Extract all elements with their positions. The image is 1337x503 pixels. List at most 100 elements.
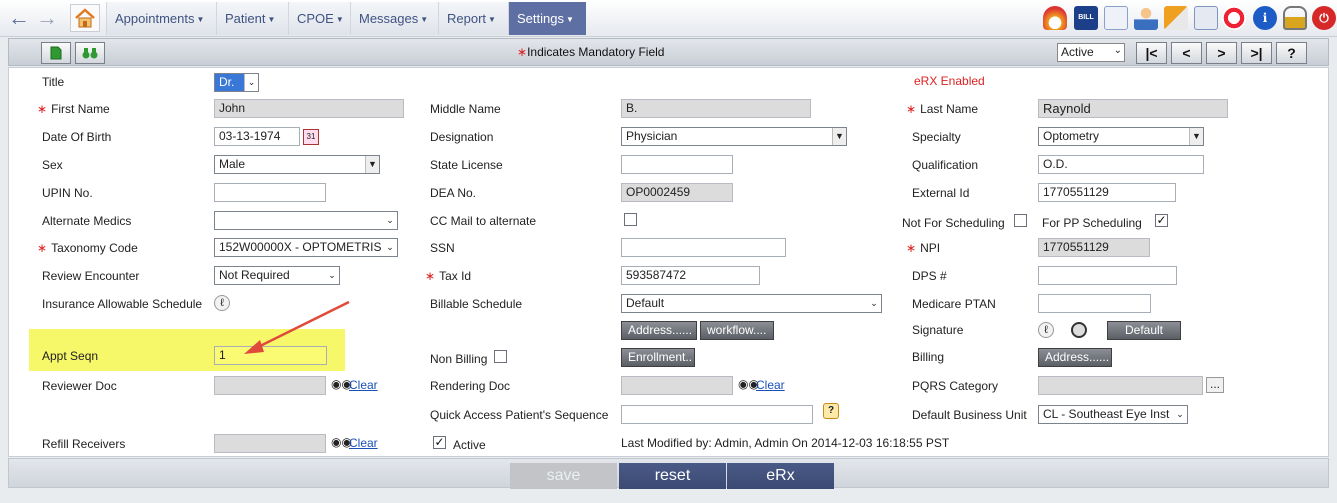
tax-id-field[interactable]: 593587472	[621, 266, 760, 285]
prev-record-button[interactable]: <	[1171, 42, 1202, 64]
chevron-down-icon: ▼	[365, 156, 379, 173]
back-arrow-icon[interactable]: ←	[8, 7, 30, 29]
calendar-clock-icon[interactable]	[1104, 6, 1128, 30]
bill-icon[interactable]: BILL	[1074, 6, 1098, 30]
help-question-icon[interactable]: ?	[823, 403, 839, 419]
paperclip-icon[interactable]: ℓ	[1038, 322, 1054, 338]
pqrs-browse-button[interactable]: ...	[1206, 377, 1224, 393]
first-name-label: ∗ First Name	[37, 102, 110, 116]
first-record-button[interactable]: |<	[1136, 42, 1167, 64]
state-license-field[interactable]	[621, 155, 733, 174]
dea-label: DEA No.	[430, 186, 477, 200]
not-for-scheduling-checkbox[interactable]	[1014, 214, 1027, 227]
menu-appointments[interactable]: Appointments ▼	[106, 2, 216, 35]
review-encounter-select[interactable]: Not Required ⌄	[214, 266, 340, 285]
menu-appointments-label: Appointments	[115, 11, 195, 26]
power-icon[interactable]: ⏻	[1312, 6, 1336, 30]
next-record-button[interactable]: >	[1206, 42, 1237, 64]
save-button[interactable]: save	[510, 463, 617, 489]
calendar-icon[interactable]: 31	[303, 129, 319, 145]
last-name-field[interactable]: Raynold	[1038, 99, 1228, 118]
new-button[interactable]	[41, 42, 71, 64]
for-pp-scheduling-checkbox[interactable]: ✓	[1155, 214, 1168, 227]
npi-field[interactable]: 1770551129	[1038, 238, 1150, 257]
tax-id-label: ∗ Tax Id	[425, 269, 471, 283]
middle-name-field[interactable]: B.	[621, 99, 811, 118]
dob-label: Date Of Birth	[42, 130, 112, 144]
user-icon[interactable]	[1134, 6, 1158, 30]
medicare-ptan-field[interactable]	[1038, 294, 1151, 313]
middle-name-label: Middle Name	[430, 102, 501, 116]
non-billing-checkbox[interactable]	[494, 350, 507, 363]
dps-field[interactable]	[1038, 266, 1177, 285]
document-icon[interactable]	[1194, 6, 1218, 30]
required-star: ∗	[425, 269, 436, 283]
dob-field[interactable]: 03-13-1974	[214, 127, 300, 146]
external-id-field[interactable]: 1770551129	[1038, 183, 1176, 202]
chevron-down-icon: ⌄	[1173, 406, 1187, 423]
help-button[interactable]: ?	[1276, 42, 1307, 64]
billable-schedule-select[interactable]: Default ⌄	[621, 294, 882, 313]
home-button[interactable]	[70, 4, 100, 32]
chevron-down-icon: ⌄	[325, 267, 339, 284]
dashboard-gauge-icon[interactable]	[1043, 6, 1067, 30]
chevron-down-icon: ⌄	[867, 295, 881, 312]
refill-field[interactable]	[214, 434, 326, 453]
non-billing-label: Non Billing	[430, 352, 488, 366]
workflow-button[interactable]: workflow....	[700, 321, 774, 340]
reviewer-doc-clear-link[interactable]: Clear	[349, 378, 378, 392]
default-bu-select[interactable]: CL - Southeast Eye Inst ⌄	[1038, 405, 1188, 424]
help-lifebuoy-icon[interactable]	[1222, 6, 1246, 30]
npi-label: ∗ NPI	[906, 241, 940, 255]
active-checkbox[interactable]: ✓	[433, 436, 446, 449]
menu-patient[interactable]: Patient ▼	[216, 2, 288, 35]
qualification-field[interactable]: O.D.	[1038, 155, 1204, 174]
address-button[interactable]: Address......	[621, 321, 697, 340]
menu-messages[interactable]: Messages ▼	[350, 2, 438, 35]
search-button[interactable]	[75, 42, 105, 64]
pqrs-field[interactable]	[1038, 376, 1203, 395]
menu-settings[interactable]: Settings ▼	[508, 2, 586, 35]
quick-access-label: Quick Access Patient's Sequence	[430, 408, 609, 422]
dps-label: DPS #	[912, 269, 947, 283]
forward-arrow-icon[interactable]: →	[36, 7, 58, 29]
magnifier-icon[interactable]	[1071, 322, 1087, 338]
dea-field[interactable]: OP0002459	[621, 183, 733, 202]
sex-select[interactable]: Male ▼	[214, 155, 380, 174]
last-modified-text: Last Modified by: Admin, Admin On 2014-1…	[621, 436, 950, 450]
cc-mail-checkbox[interactable]	[624, 213, 637, 226]
paperclip-icon[interactable]: ℓ	[214, 295, 230, 311]
menu-report-label: Report	[447, 11, 487, 26]
title-select[interactable]: Dr. ⌄	[214, 73, 259, 92]
info-icon[interactable]: i	[1253, 6, 1277, 30]
alert-icon[interactable]	[1164, 6, 1188, 30]
taxonomy-select[interactable]: 152W00000X - OPTOMETRIS ⌄	[214, 238, 398, 257]
billable-schedule-label: Billable Schedule	[430, 297, 523, 311]
erx-enabled-label: eRX Enabled	[914, 74, 985, 88]
signature-default-button[interactable]: Default	[1107, 321, 1181, 340]
designation-select[interactable]: Physician ▼	[621, 127, 847, 146]
menu-cpoe[interactable]: CPOE ▼	[288, 2, 350, 35]
reset-button[interactable]: reset	[619, 463, 726, 489]
first-name-field[interactable]: John	[214, 99, 404, 118]
erx-button[interactable]: eRx	[727, 463, 834, 489]
rendering-doc-field[interactable]	[621, 376, 733, 395]
last-record-button[interactable]: >|	[1241, 42, 1272, 64]
upin-field[interactable]	[214, 183, 326, 202]
ssn-field[interactable]	[621, 238, 786, 257]
specialty-select[interactable]: Optometry ▼	[1038, 127, 1204, 146]
reviewer-doc-field[interactable]	[214, 376, 326, 395]
refill-clear-link[interactable]: Clear	[349, 436, 378, 450]
menu-report[interactable]: Report ▼	[438, 2, 508, 35]
quick-access-field[interactable]	[621, 405, 813, 424]
enrollment-button[interactable]: Enrollment..	[621, 348, 695, 367]
chevron-down-icon: ⌄	[244, 74, 258, 91]
rendering-doc-clear-link[interactable]: Clear	[756, 378, 785, 392]
status-select[interactable]: Active ⌄	[1057, 43, 1125, 62]
lock-icon[interactable]	[1283, 6, 1307, 30]
form-toolbar: ∗Indicates Mandatory Field Active ⌄ |< < …	[8, 38, 1329, 66]
upin-label: UPIN No.	[42, 186, 93, 200]
billing-address-button[interactable]: Address......	[1038, 348, 1112, 367]
provider-form: Title Dr. ⌄ eRX Enabled ∗ First Name John …	[8, 67, 1329, 457]
alternate-medics-select[interactable]: ⌄	[214, 211, 398, 230]
